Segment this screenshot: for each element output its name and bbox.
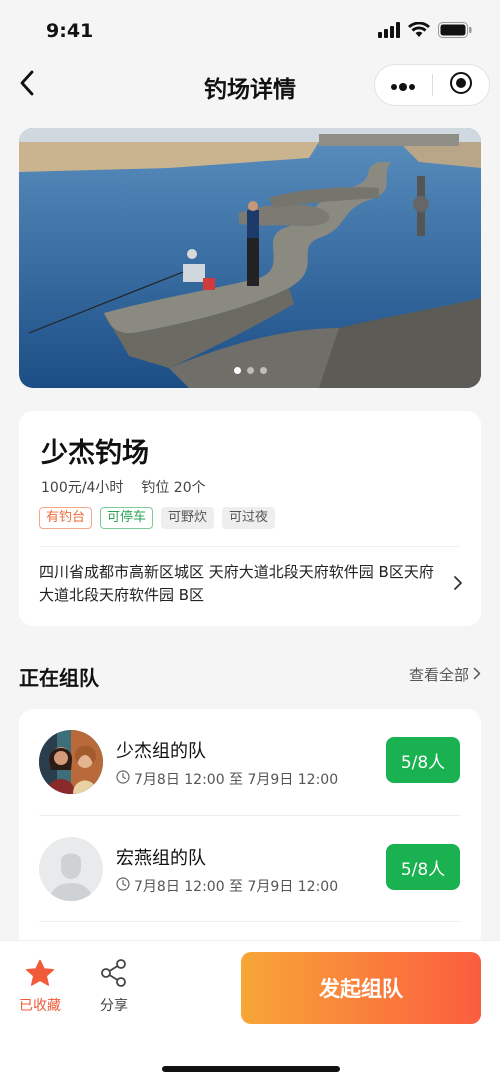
chevron-left-icon <box>19 70 35 100</box>
favorite-label: 已收藏 <box>19 998 61 1014</box>
more-dots-icon <box>390 76 416 95</box>
team-name: 宏燕组的队 <box>116 848 206 869</box>
signal-icon <box>378 22 400 42</box>
section-title: 正在组队 <box>19 666 99 690</box>
share-icon <box>99 959 129 991</box>
clock-icon <box>116 770 130 788</box>
create-team-button[interactable]: 发起组队 <box>241 952 481 1024</box>
team-time: 7月8日 12:00 至 7月9日 12:00 <box>116 876 338 896</box>
miniprogram-capsule <box>374 64 490 106</box>
share-label: 分享 <box>100 998 128 1014</box>
team-time-text: 7月8日 12:00 至 7月9日 12:00 <box>134 772 339 788</box>
chevron-right-icon <box>473 666 481 684</box>
chevron-right-icon[interactable] <box>453 575 463 595</box>
home-indicator <box>162 1066 340 1072</box>
back-button[interactable] <box>12 70 42 100</box>
share-button[interactable]: 分享 <box>84 959 144 1015</box>
venue-price: 100元/4小时 <box>41 480 124 496</box>
tag-overnight: 可过夜 <box>222 507 276 529</box>
team-row[interactable]: 宏燕组的队 7月8日 12:00 至 7月9日 12:00 5/8人 <box>19 816 481 922</box>
avatar-placeholder <box>39 837 103 901</box>
venue-tags: 有钓台 可停车 可野炊 可过夜 <box>39 507 276 529</box>
team-time-text: 7月8日 12:00 至 7月9日 12:00 <box>134 879 339 895</box>
carousel-dots <box>19 367 481 374</box>
close-miniprogram-button[interactable] <box>433 65 490 105</box>
wifi-icon <box>408 21 430 42</box>
view-all-label: 查看全部 <box>408 666 469 684</box>
team-count-badge[interactable]: 5/8人 <box>386 737 460 783</box>
tag-bbq: 可野炊 <box>161 507 215 529</box>
more-button[interactable] <box>375 65 432 105</box>
battery-icon <box>438 22 472 42</box>
favorite-button[interactable]: 已收藏 <box>10 959 70 1015</box>
teams-section-header: 正在组队 查看全部 <box>19 660 481 690</box>
hero-carousel[interactable] <box>19 128 481 388</box>
team-row[interactable]: 少杰组的队 7月8日 12:00 至 7月9日 12:00 5/8人 <box>19 709 481 815</box>
avatar <box>39 730 103 794</box>
divider <box>41 546 459 547</box>
divider <box>39 921 461 922</box>
tag-parking: 可停车 <box>100 507 154 529</box>
carousel-dot-active[interactable] <box>233 367 241 374</box>
target-icon <box>449 71 473 99</box>
venue-meta: 100元/4小时 钓位 20个 <box>41 477 206 497</box>
team-list: 少杰组的队 7月8日 12:00 至 7月9日 12:00 5/8人 宏燕组的队… <box>19 709 481 949</box>
status-icons <box>378 21 472 42</box>
tag-fishing-platform: 有钓台 <box>39 507 93 529</box>
clock-icon <box>116 877 130 895</box>
star-icon <box>25 959 55 991</box>
hero-image <box>19 128 481 388</box>
venue-name: 少杰钓场 <box>41 438 149 469</box>
team-count-badge[interactable]: 5/8人 <box>386 844 460 890</box>
nav-bar: 钓场详情 <box>0 62 500 108</box>
team-time: 7月8日 12:00 至 7月9日 12:00 <box>116 769 338 789</box>
carousel-dot[interactable] <box>246 367 254 374</box>
carousel-dot[interactable] <box>259 367 267 374</box>
view-all-link[interactable]: 查看全部 <box>409 664 481 685</box>
venue-spots: 钓位 20个 <box>141 480 206 496</box>
bottom-action-bar: 已收藏 分享 发起组队 <box>0 940 500 1083</box>
team-name: 少杰组的队 <box>116 741 206 762</box>
venue-info-card: 少杰钓场 100元/4小时 钓位 20个 有钓台 可停车 可野炊 可过夜 四川省… <box>19 411 481 626</box>
status-time: 9:41 <box>46 20 94 42</box>
status-bar: 9:41 <box>0 0 500 60</box>
venue-address[interactable]: 四川省成都市高新区城区 天府大道北段天府软件园 B区天府大道北段天府软件园 B区 <box>39 561 434 607</box>
